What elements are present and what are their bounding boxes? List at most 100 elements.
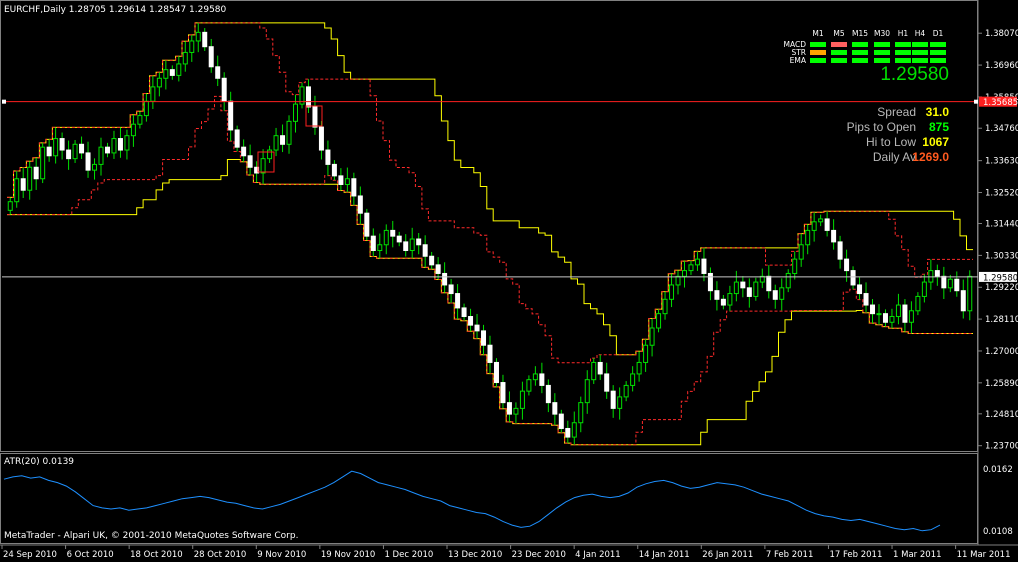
candle[interactable] <box>260 158 266 174</box>
candle[interactable] <box>370 235 376 252</box>
candle[interactable] <box>396 235 402 243</box>
candle[interactable] <box>481 330 487 346</box>
candle[interactable] <box>720 298 726 306</box>
candle[interactable] <box>137 115 143 125</box>
candle[interactable] <box>280 135 286 145</box>
candle[interactable] <box>681 270 687 277</box>
candle[interactable] <box>960 290 966 312</box>
candle[interactable] <box>390 229 396 237</box>
candle[interactable] <box>954 278 960 292</box>
candle[interactable] <box>558 413 564 429</box>
line-handle[interactable] <box>974 99 978 104</box>
candle[interactable] <box>435 264 441 274</box>
candle[interactable] <box>604 373 610 392</box>
candle[interactable] <box>636 361 642 375</box>
candle[interactable] <box>338 175 344 185</box>
candle[interactable] <box>902 304 908 323</box>
candle[interactable] <box>383 229 389 246</box>
candle[interactable] <box>766 275 772 292</box>
candle[interactable] <box>169 69 175 76</box>
candle[interactable] <box>241 146 247 157</box>
candle[interactable] <box>461 307 467 318</box>
candle[interactable] <box>293 103 299 122</box>
candle[interactable] <box>714 290 720 300</box>
candle[interactable] <box>189 40 195 53</box>
candle[interactable] <box>429 255 435 266</box>
candle[interactable] <box>571 422 577 438</box>
candle[interactable] <box>811 221 817 231</box>
candle[interactable] <box>921 281 927 297</box>
candle[interactable] <box>785 272 791 289</box>
candle[interactable] <box>14 178 20 203</box>
candle[interactable] <box>675 275 681 286</box>
candle[interactable] <box>526 379 532 392</box>
candle[interactable] <box>649 327 655 346</box>
candle[interactable] <box>662 298 668 315</box>
candle[interactable] <box>565 427 571 438</box>
candle[interactable] <box>130 123 136 137</box>
candle[interactable] <box>104 146 110 154</box>
candle[interactable] <box>591 361 597 381</box>
candle[interactable] <box>487 344 493 363</box>
candle[interactable] <box>79 143 85 154</box>
candle[interactable] <box>215 66 221 79</box>
candle[interactable] <box>247 155 253 168</box>
candle[interactable] <box>331 163 337 177</box>
candle[interactable] <box>818 218 824 223</box>
candle[interactable] <box>746 287 752 297</box>
candle[interactable] <box>552 402 558 415</box>
candle[interactable] <box>468 316 474 326</box>
candle[interactable] <box>351 178 357 197</box>
candle[interactable] <box>694 258 700 266</box>
candle[interactable] <box>312 106 318 128</box>
candle[interactable] <box>545 384 551 404</box>
candle[interactable] <box>597 361 603 375</box>
candle[interactable] <box>610 390 616 409</box>
candle[interactable] <box>941 275 947 289</box>
candle[interactable] <box>33 166 39 180</box>
candle[interactable] <box>805 229 811 246</box>
candle[interactable] <box>630 373 636 386</box>
candle[interactable] <box>513 407 519 415</box>
candle[interactable] <box>98 146 104 165</box>
candle[interactable] <box>286 120 292 145</box>
candle[interactable] <box>228 100 234 131</box>
candle[interactable] <box>27 166 33 191</box>
candle[interactable] <box>208 46 214 68</box>
candle[interactable] <box>124 135 130 151</box>
candle[interactable] <box>46 146 52 157</box>
candle[interactable] <box>92 163 98 171</box>
candle[interactable] <box>707 272 713 292</box>
candle[interactable] <box>202 31 208 48</box>
candle[interactable] <box>111 138 117 154</box>
candle[interactable] <box>753 281 759 297</box>
candle[interactable] <box>318 126 324 151</box>
candle[interactable] <box>669 284 675 300</box>
candle[interactable] <box>182 51 188 65</box>
candle[interactable] <box>733 281 739 295</box>
candle[interactable] <box>163 69 169 79</box>
candle[interactable] <box>643 344 649 363</box>
candle[interactable] <box>409 238 415 252</box>
line-handle[interactable] <box>2 99 6 104</box>
candle[interactable] <box>85 152 91 171</box>
candle[interactable] <box>947 278 953 289</box>
candle[interactable] <box>234 129 240 148</box>
candle[interactable] <box>40 146 46 180</box>
candle[interactable] <box>267 149 273 160</box>
candle[interactable] <box>532 373 538 381</box>
candle[interactable] <box>448 284 454 295</box>
candle[interactable] <box>779 287 785 300</box>
candle[interactable] <box>870 304 876 315</box>
candle[interactable] <box>364 212 370 237</box>
candle[interactable] <box>740 281 746 289</box>
candle[interactable] <box>792 258 798 274</box>
candle[interactable] <box>305 86 311 108</box>
candle[interactable] <box>474 324 480 332</box>
candle[interactable] <box>506 402 512 415</box>
candle[interactable] <box>519 390 525 409</box>
candle[interactable] <box>176 63 182 76</box>
candle[interactable] <box>72 143 78 160</box>
candle[interactable] <box>403 241 409 252</box>
candle[interactable] <box>908 310 914 323</box>
